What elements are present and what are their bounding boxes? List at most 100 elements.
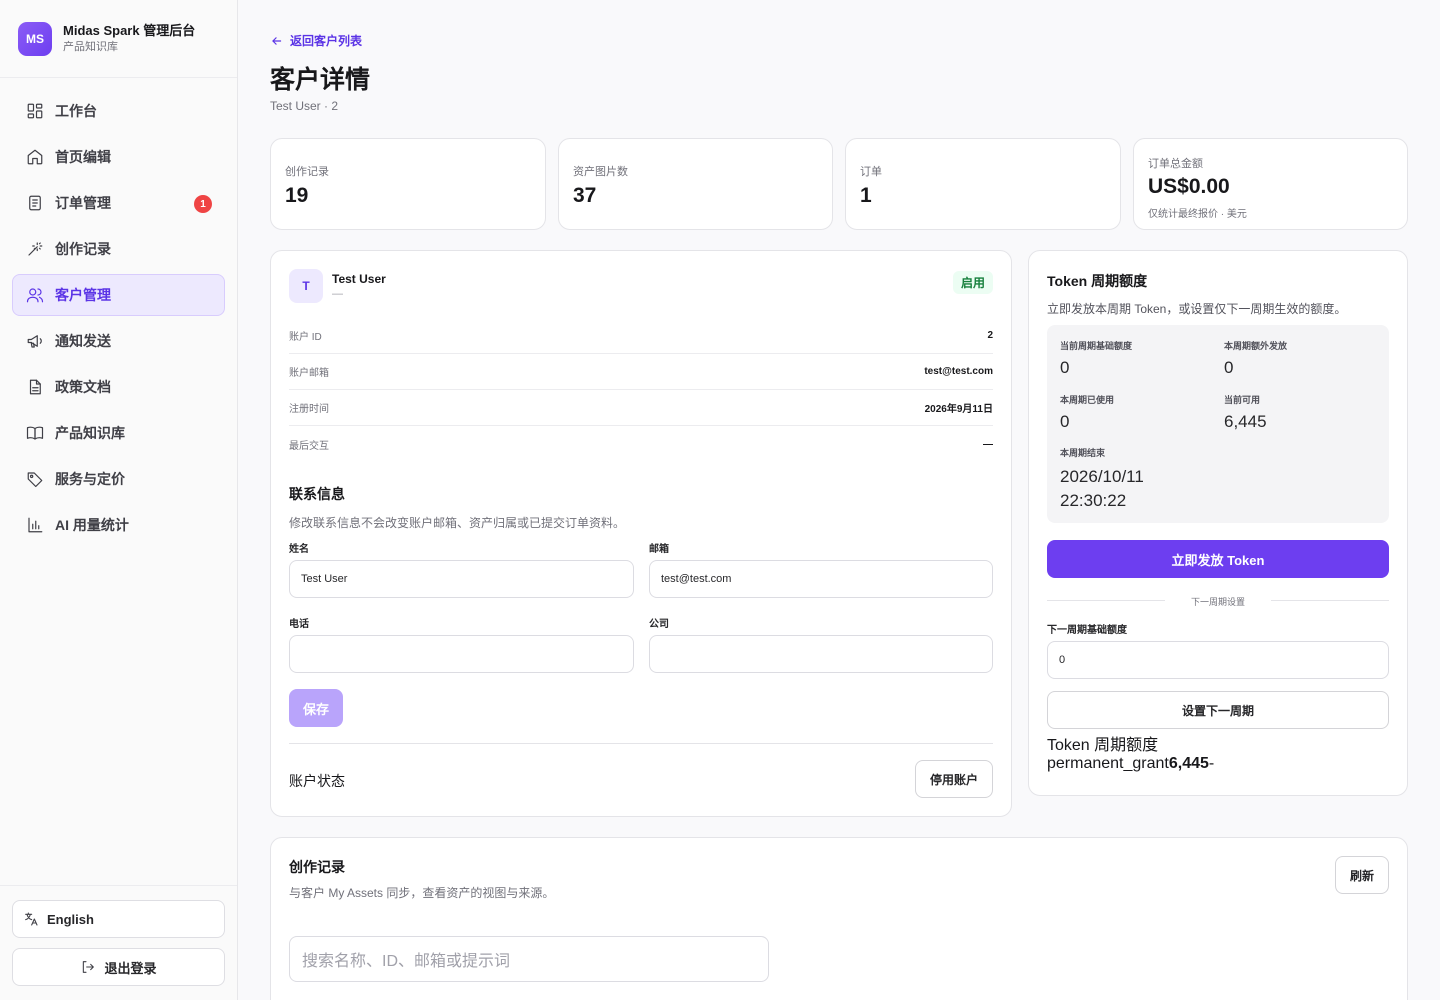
stat-card-order-total: 订单总金额 US$0.00 仅统计最终报价 · 美元 — [1133, 138, 1408, 230]
bar-chart-icon — [25, 515, 45, 535]
tb-label: 当前周期基础额度 — [1060, 341, 1133, 351]
brand-subtitle: 产品知识库 — [63, 41, 118, 53]
users-icon — [25, 285, 45, 305]
back-to-list-link[interactable]: 返回客户列表 — [270, 32, 362, 49]
sidebar: MS Midas Spark 管理后台 产品知识库 工作台 首页编辑 订单管理 … — [0, 0, 238, 1000]
sidebar-item-label: AI 用量统计 — [55, 517, 129, 533]
sidebar-item-customers[interactable]: 客户管理 — [12, 274, 225, 316]
info-label: 注册时间 — [289, 404, 329, 415]
sidebar-item-ai-usage[interactable]: AI 用量统计 — [12, 504, 225, 546]
order-icon — [25, 193, 45, 213]
logout-button[interactable]: 退出登录 — [12, 948, 225, 986]
set-next-period-button[interactable]: 设置下一周期 — [1047, 691, 1389, 729]
disable-account-button[interactable]: 停用账户 — [915, 760, 993, 798]
info-value: 2026年9月11日 — [924, 404, 993, 415]
stat-card-orders: 订单 1 — [845, 138, 1121, 230]
currently-available: 当前可用 6,445 — [1224, 393, 1267, 432]
customer-identity: Test User — — [323, 269, 386, 303]
next-base-quota-label: 下一周期基础额度 — [1047, 625, 1127, 636]
stat-value: 37 — [573, 184, 597, 207]
contact-section-desc: 修改联系信息不会改变账户邮箱、资产归属或已提交订单资料。 — [289, 516, 626, 530]
stat-label: 订单总金额 — [1148, 158, 1203, 170]
divider — [289, 743, 993, 744]
info-row-register-time: 注册时间 2026年9月11日 — [289, 390, 993, 426]
stat-label: 创作记录 — [285, 166, 329, 178]
tb-value: 0 — [1224, 358, 1234, 377]
name-field[interactable]: Test User — [289, 560, 634, 598]
tb-label: 本周期结束 — [1060, 448, 1106, 458]
sidebar-item-label: 客户管理 — [55, 287, 111, 303]
sidebar-item-label: 订单管理 — [55, 195, 111, 211]
divider — [1271, 600, 1389, 601]
tb-value: 0 — [1060, 358, 1070, 377]
sidebar-item-notifications[interactable]: 通知发送 — [12, 320, 225, 362]
info-value: test@test.com — [924, 366, 993, 377]
sidebar-item-pricing[interactable]: 服务与定价 — [12, 458, 225, 500]
save-button[interactable]: 保存 — [289, 689, 343, 727]
name-field-label: 姓名 — [289, 544, 309, 555]
sidebar-item-home-edit[interactable]: 首页编辑 — [12, 136, 225, 178]
grant-value: 6,445 — [1168, 755, 1209, 772]
language-label: English — [47, 911, 94, 927]
avatar: T — [289, 269, 323, 303]
grant-key: permanent_grant — [1047, 755, 1169, 772]
page-title: 客户详情 — [270, 66, 371, 94]
period-end-date: 2026/10/11 — [1060, 467, 1144, 486]
token-footer-title: Token 周期额度 — [1047, 737, 1159, 754]
sidebar-item-dashboard[interactable]: 工作台 — [12, 90, 225, 132]
document-icon — [25, 377, 45, 397]
tb-value: 0 — [1060, 412, 1070, 431]
sidebar-item-label: 首页编辑 — [55, 149, 111, 165]
refresh-button[interactable]: 刷新 — [1335, 856, 1389, 894]
token-footer-grant: permanent_grant6,445- — [1047, 755, 1214, 773]
stat-label: 订单 — [860, 166, 882, 178]
token-card-desc: 立即发放本周期 Token，或设置仅下一周期生效的额度。 — [1047, 302, 1347, 316]
contact-section-title: 联系信息 — [289, 486, 345, 502]
customer-name: Test User — [332, 272, 386, 286]
language-switch-button[interactable]: English — [12, 900, 225, 938]
sidebar-item-knowledge-base[interactable]: 产品知识库 — [12, 412, 225, 454]
email-field-label: 邮箱 — [649, 544, 669, 555]
creation-records-card: 创作记录 与客户 My Assets 同步，查看资产的视图与来源。 刷新 搜索名… — [270, 837, 1408, 1000]
next-base-quota-input[interactable]: 0 — [1047, 641, 1389, 679]
translate-icon — [25, 912, 38, 926]
book-icon — [25, 423, 45, 443]
info-value: — — [983, 438, 993, 450]
brand: MS Midas Spark 管理后台 产品知识库 — [0, 0, 237, 78]
sidebar-item-creations[interactable]: 创作记录 — [12, 228, 225, 270]
sidebar-item-label: 服务与定价 — [55, 471, 125, 487]
tb-label: 本周期额外发放 — [1224, 341, 1288, 351]
info-row-last-interaction: 最后交互 — — [289, 426, 993, 462]
home-icon — [25, 147, 45, 167]
extra-grant: 本周期额外发放 0 — [1224, 339, 1287, 378]
company-field[interactable] — [649, 635, 993, 673]
sidebar-item-label: 政策文档 — [55, 379, 111, 395]
customer-header: T Test User — — [289, 269, 386, 303]
stat-value: US$0.00 — [1148, 175, 1230, 198]
sidebar-item-policy-docs[interactable]: 政策文档 — [12, 366, 225, 408]
logout-icon — [83, 961, 95, 973]
info-row-account-email: 账户邮箱 test@test.com — [289, 354, 993, 390]
tb-label: 本周期已使用 — [1060, 395, 1115, 405]
tb-value: 6,445 — [1224, 412, 1267, 431]
stat-label: 资产图片数 — [573, 166, 628, 178]
info-label: 账户邮箱 — [289, 368, 329, 379]
period-end: 本周期结束 2026/10/11 22:30:22 — [1060, 446, 1200, 513]
brand-logo: MS — [18, 21, 52, 56]
stat-card-asset-images: 资产图片数 37 — [558, 138, 833, 230]
sidebar-footer: English 退出登录 — [0, 885, 237, 1000]
sidebar-item-label: 产品知识库 — [55, 425, 125, 441]
info-value: 2 — [987, 330, 993, 341]
phone-field[interactable] — [289, 635, 634, 673]
back-link-label: 返回客户列表 — [290, 34, 363, 48]
magic-wand-icon — [25, 239, 45, 259]
brand-name: Midas Spark 管理后台 — [63, 23, 196, 38]
email-field[interactable]: test@test.com — [649, 560, 993, 598]
used-this-period: 本周期已使用 0 — [1060, 393, 1114, 432]
sidebar-item-orders[interactable]: 订单管理 1 — [12, 182, 225, 224]
grant-token-button[interactable]: 立即发放 Token — [1047, 540, 1389, 578]
token-summary-box: 当前周期基础额度 0 本周期额外发放 0 本周期已使用 0 当前可用 6,445… — [1047, 325, 1389, 523]
period-end-time: 22:30:22 — [1060, 491, 1127, 510]
records-search-input[interactable]: 搜索名称、ID、邮箱或提示词 — [289, 936, 769, 982]
info-label: 最后交互 — [289, 440, 329, 452]
